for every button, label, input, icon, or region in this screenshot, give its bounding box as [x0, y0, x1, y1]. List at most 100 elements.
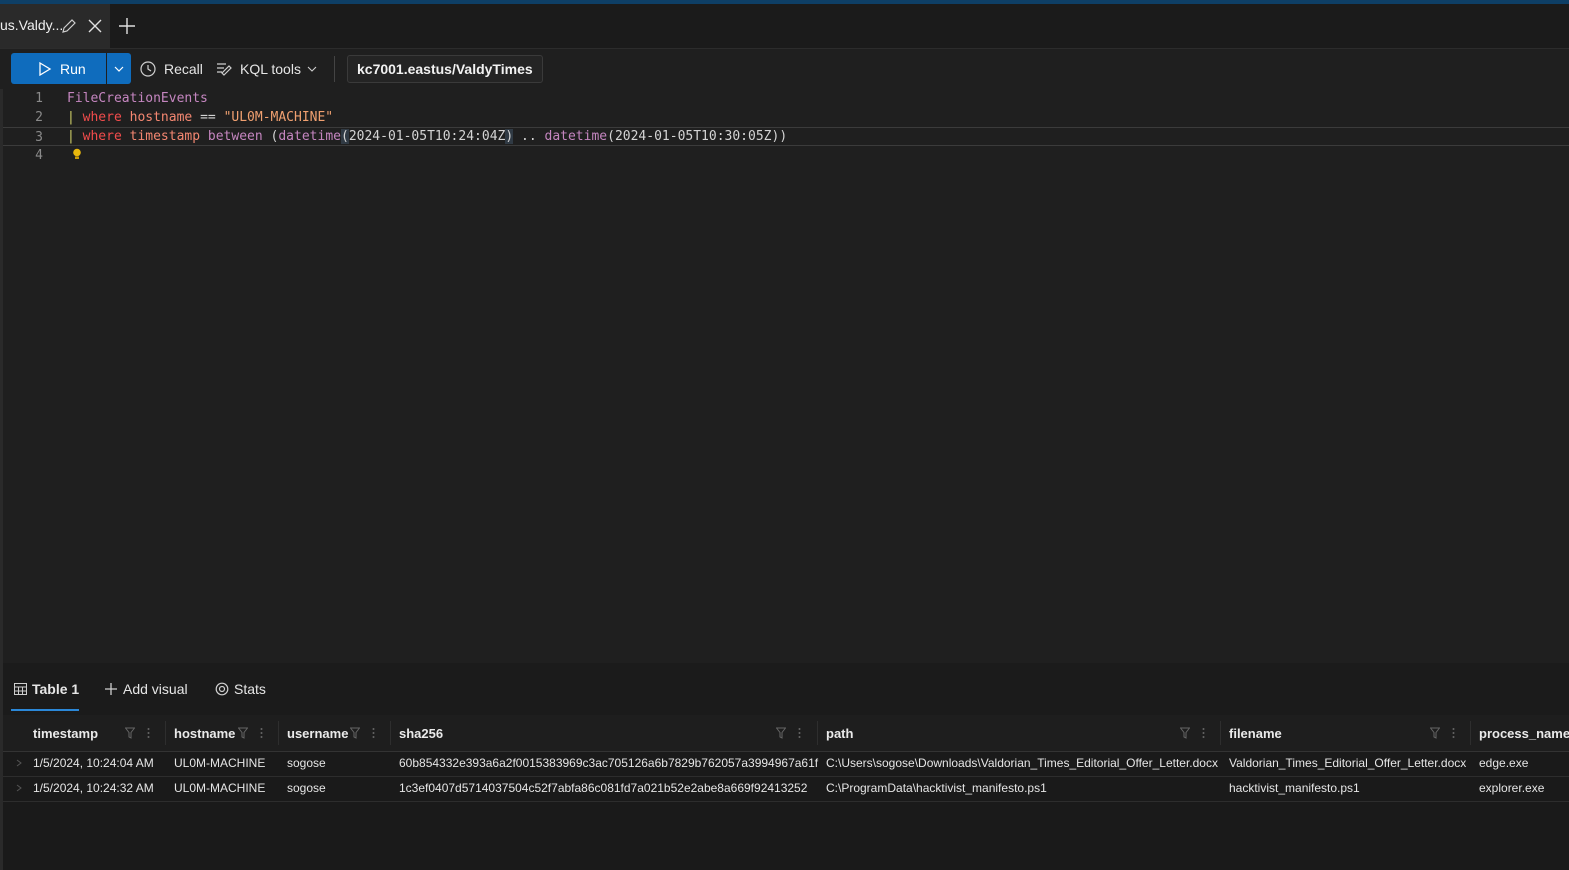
cell-hostname[interactable]: UL0M-MACHINE — [174, 776, 265, 801]
paren-token: ( — [607, 129, 615, 144]
toolbar-divider — [334, 56, 335, 82]
tab-table-1-label: Table 1 — [32, 681, 80, 697]
cell-process-name[interactable]: edge.exe — [1479, 751, 1528, 776]
table-row[interactable]: 1/5/2024, 10:24:04 AM UL0M-MACHINE sogos… — [3, 751, 1569, 777]
play-icon — [39, 61, 52, 76]
cell-username[interactable]: sogose — [287, 751, 326, 776]
range-token: .. — [513, 129, 545, 144]
kql-tools-button[interactable]: KQL tools — [215, 53, 324, 84]
cell-username[interactable]: sogose — [287, 776, 326, 801]
editor-line-4[interactable]: 4 — [3, 146, 1569, 165]
equals-token: == — [200, 110, 216, 125]
recall-button[interactable]: Recall — [139, 53, 203, 84]
line-number: 1 — [35, 91, 43, 106]
paren-token: )) — [771, 129, 788, 144]
filter-icon[interactable] — [350, 727, 360, 739]
recall-label: Recall — [164, 60, 203, 77]
table-row[interactable]: 1/5/2024, 10:24:32 AM UL0M-MACHINE sogos… — [3, 776, 1569, 802]
kql-tools-label: KQL tools — [240, 60, 301, 77]
column-divider[interactable] — [278, 721, 279, 745]
more-icon[interactable] — [798, 727, 801, 739]
filter-icon[interactable] — [1430, 727, 1440, 739]
tools-icon — [217, 62, 232, 76]
column-actions — [125, 727, 150, 739]
cell-timestamp[interactable]: 1/5/2024, 10:24:32 AM — [33, 776, 154, 801]
column-divider[interactable] — [165, 721, 166, 745]
column-header-sha256[interactable]: sha256 — [399, 715, 443, 751]
editor-line-1[interactable]: 1 FileCreationEvents — [3, 89, 1569, 108]
add-visual-button[interactable]: Add visual — [104, 679, 188, 699]
query-tab[interactable]: us.Valdy... — [0, 4, 110, 48]
add-visual-label: Add visual — [123, 681, 188, 697]
operator-token: where — [82, 129, 122, 144]
cell-filename[interactable]: Valdorian_Times_Editorial_Offer_Letter.d… — [1229, 751, 1466, 776]
string-token: "UL0M-MACHINE" — [223, 110, 334, 125]
chevron-right-icon[interactable] — [16, 759, 22, 767]
column-header-process-name[interactable]: process_name — [1479, 715, 1569, 751]
run-label: Run — [60, 60, 86, 77]
pencil-icon[interactable] — [60, 17, 78, 35]
editor-line-2[interactable]: 2 | where hostname == "UL0M-MACHINE" — [3, 108, 1569, 127]
cell-timestamp[interactable]: 1/5/2024, 10:24:04 AM — [33, 751, 154, 776]
operator-token: where — [82, 110, 122, 125]
more-icon[interactable] — [1202, 727, 1205, 739]
editor-line-3[interactable]: 3 | where timestamp between (datetime(20… — [3, 127, 1569, 146]
filter-icon[interactable] — [125, 727, 135, 739]
line-number: 3 — [35, 130, 43, 145]
cell-path[interactable]: C:\Users\sogose\Downloads\Valdorian_Time… — [826, 751, 1218, 776]
tab-table-1[interactable]: Table 1 — [14, 679, 79, 699]
more-icon[interactable] — [372, 727, 375, 739]
column-actions — [350, 727, 375, 739]
code-line-1[interactable]: FileCreationEvents — [67, 89, 208, 108]
more-icon[interactable] — [1452, 727, 1455, 739]
column-header-path[interactable]: path — [826, 715, 853, 751]
chevron-right-icon[interactable] — [16, 784, 22, 792]
table-icon — [14, 683, 27, 695]
code-line-2[interactable]: | where hostname == "UL0M-MACHINE" — [67, 108, 333, 127]
column-header-filename[interactable]: filename — [1229, 715, 1282, 751]
column-token: hostname — [129, 110, 193, 125]
filter-icon[interactable] — [238, 727, 248, 739]
lightbulb-icon[interactable] — [72, 148, 82, 160]
code-line-3[interactable]: | where timestamp between (datetime(2024… — [67, 127, 787, 146]
line-number: 4 — [35, 148, 43, 163]
pipe-token: | — [67, 110, 75, 125]
plus-icon[interactable] — [117, 16, 137, 36]
column-divider[interactable] — [390, 721, 391, 745]
cell-path[interactable]: C:\ProgramData\hacktivist_manifesto.ps1 — [826, 776, 1047, 801]
column-actions — [1430, 727, 1455, 739]
cell-filename[interactable]: hacktivist_manifesto.ps1 — [1229, 776, 1360, 801]
column-divider[interactable] — [1220, 721, 1221, 745]
results-tab-bar: Table 1 Add visual Stats — [0, 663, 1569, 715]
cell-sha256[interactable]: 1c3ef0407d5714037504c52f7abfa86c081fd7a0… — [399, 776, 807, 801]
function-token: datetime — [278, 129, 341, 144]
run-dropdown-button[interactable] — [107, 53, 131, 84]
datetime-literal: 2024-01-05T10:30:05Z — [614, 129, 772, 144]
query-editor[interactable]: 1 FileCreationEvents 2 | where hostname … — [0, 89, 1569, 663]
cell-process-name[interactable]: explorer.exe — [1479, 776, 1544, 801]
filter-icon[interactable] — [776, 727, 786, 739]
more-icon[interactable] — [260, 727, 263, 739]
paren-token: ( — [340, 129, 349, 144]
query-tab-title[interactable]: us.Valdy... — [0, 17, 63, 33]
more-icon[interactable] — [147, 727, 150, 739]
column-divider[interactable] — [817, 721, 818, 745]
chevron-down-icon — [307, 66, 317, 72]
tab-stats[interactable]: Stats — [215, 679, 266, 699]
cell-hostname[interactable]: UL0M-MACHINE — [174, 751, 265, 776]
table-token: FileCreationEvents — [67, 91, 208, 106]
cell-sha256[interactable]: 60b854332e393a6a2f0015383969c3ac705126a6… — [399, 751, 818, 776]
line-number: 2 — [35, 110, 43, 125]
run-button[interactable]: Run — [11, 53, 106, 84]
column-divider[interactable] — [1470, 721, 1471, 745]
pipe-token: | — [67, 129, 75, 144]
column-header-timestamp[interactable]: timestamp — [33, 715, 98, 751]
function-token: datetime — [544, 129, 608, 144]
column-header-username[interactable]: username — [287, 715, 348, 751]
datetime-literal: 2024-01-05T10:24:04Z — [348, 129, 506, 144]
close-icon[interactable] — [86, 17, 104, 35]
column-header-hostname[interactable]: hostname — [174, 715, 235, 751]
cluster-database-selector[interactable]: kc7001.eastus/ValdyTimes — [347, 55, 543, 83]
filter-icon[interactable] — [1180, 727, 1190, 739]
column-token: timestamp — [129, 129, 201, 144]
